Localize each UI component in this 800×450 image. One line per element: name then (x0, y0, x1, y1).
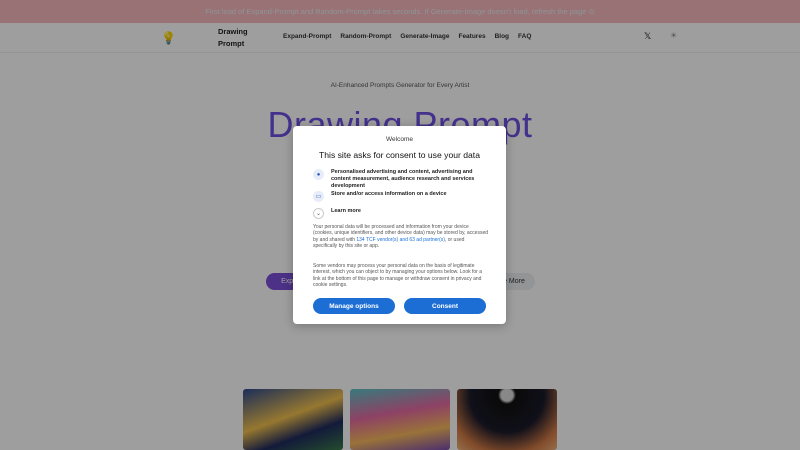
learn-more-toggle[interactable]: ⌄ Learn more (313, 208, 488, 219)
chevron-down-icon: ⌄ (313, 208, 324, 219)
consent-button[interactable]: Consent (404, 298, 486, 314)
person-icon: ● (313, 169, 324, 180)
manage-options-button[interactable]: Manage options (313, 298, 395, 314)
consent-option-device-storage: ▭ Store and/or access information on a d… (313, 191, 488, 202)
consent-option-advertising: ● Personalised advertising and content, … (313, 169, 488, 190)
dialog-welcome: Welcome (386, 136, 413, 143)
consent-paragraph-1: Your personal data will be processed and… (313, 224, 489, 249)
dialog-title: This site asks for consent to use your d… (319, 150, 480, 160)
vendors-link[interactable]: 134 TCF vendor(s) and 63 ad partner(s) (356, 237, 445, 243)
consent-paragraph-2: Some vendors may process your personal d… (313, 263, 482, 288)
consent-dialog: Welcome This site asks for consent to us… (293, 126, 506, 324)
device-icon: ▭ (313, 191, 324, 202)
